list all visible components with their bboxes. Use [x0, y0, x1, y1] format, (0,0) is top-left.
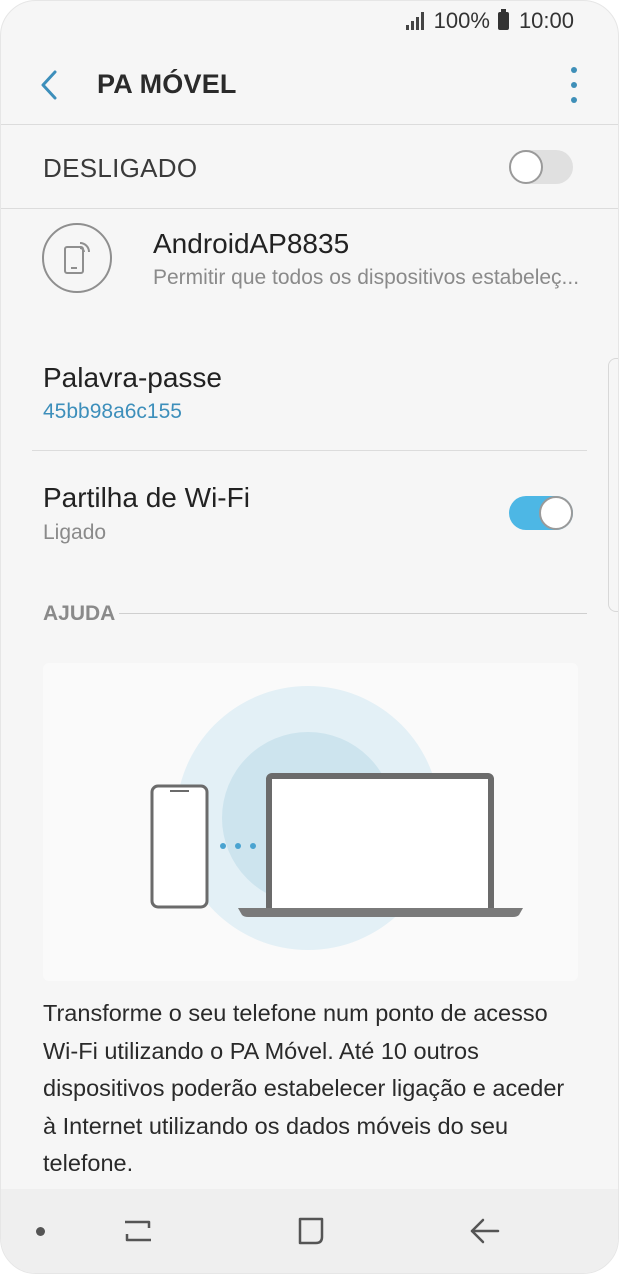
back-icon [41, 70, 57, 100]
phone-icon [150, 784, 209, 909]
network-name[interactable]: AndroidAP8835 [153, 228, 349, 260]
network-description: Permitir que todos os dispositivos estab… [153, 266, 580, 289]
wifi-sharing-status: Ligado [43, 521, 107, 544]
help-divider [119, 613, 587, 614]
status-bar: 100% 10:00 [1, 1, 618, 41]
signal-icon [405, 12, 424, 30]
navigation-bar [1, 1189, 618, 1273]
wifi-sharing-label[interactable]: Partilha de Wi-Fi [43, 482, 250, 514]
recents-button[interactable] [116, 1209, 160, 1253]
master-switch-row[interactable]: DESLIGADO [1, 125, 618, 209]
master-switch-label: DESLIGADO [43, 153, 198, 183]
home-icon [298, 1217, 324, 1245]
home-button[interactable] [289, 1209, 333, 1253]
clock: 10:00 [518, 8, 574, 33]
app-bar: PA MÓVEL [1, 45, 618, 125]
password-label[interactable]: Palavra-passe [43, 362, 222, 394]
back-nav-button[interactable] [463, 1209, 507, 1253]
back-button[interactable] [31, 65, 67, 105]
help-illustration [43, 663, 578, 981]
master-divider [1, 208, 618, 209]
more-options-icon[interactable] [568, 67, 580, 103]
help-description: Transforme o seu telefone num ponto de a… [43, 1000, 565, 1176]
laptop-icon [238, 773, 523, 917]
page-title: PA MÓVEL [97, 69, 237, 99]
password-value: 45bb98a6c155 [43, 400, 182, 423]
master-switch-toggle[interactable] [509, 150, 573, 184]
wifi-sharing-toggle[interactable] [509, 496, 573, 530]
back-nav-icon [470, 1218, 500, 1244]
row-divider [32, 450, 587, 451]
recents-icon [125, 1220, 151, 1242]
battery-icon [497, 9, 509, 30]
scrollbar[interactable] [608, 358, 618, 612]
help-heading: AJUDA [43, 602, 116, 625]
hotspot-device-icon [42, 223, 112, 293]
nav-hide-dot[interactable] [36, 1227, 45, 1236]
battery-percent: 100% [433, 8, 490, 33]
phone-screen: 100% 10:00 PA MÓVEL DESLIGADO AndroidAP8… [0, 0, 619, 1274]
